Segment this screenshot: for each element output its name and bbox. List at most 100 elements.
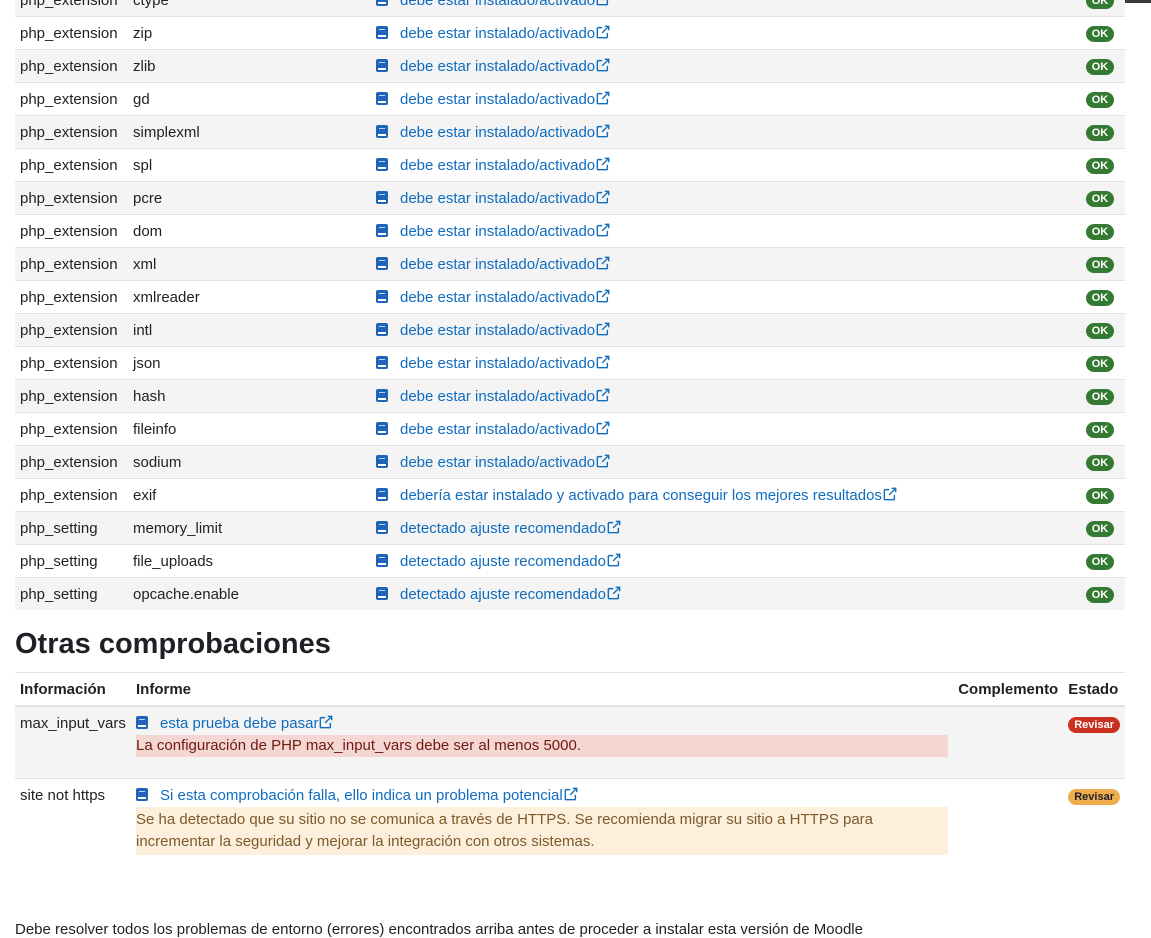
book-icon — [376, 487, 388, 501]
status-cell: OK — [1075, 280, 1125, 314]
report-cell: debe estar instalado/activado — [370, 82, 1075, 116]
external-link-icon — [564, 787, 578, 801]
type-cell: php_extension — [15, 412, 128, 446]
report-link[interactable]: debería estar instalado y activado para … — [400, 487, 897, 504]
name-cell: fileinfo — [128, 412, 370, 446]
report-cell: debe estar instalado/activado — [370, 148, 1075, 182]
report-cell: debe estar instalado/activado — [370, 445, 1075, 479]
report-cell: esta prueba debe pasar La configuración … — [131, 705, 954, 779]
table-row: php_extension exif debería estar instalado… — [15, 478, 1125, 512]
name-cell: intl — [128, 313, 370, 347]
report-link[interactable]: debe estar instalado/activado — [400, 91, 610, 108]
type-cell: php_extension — [15, 346, 128, 380]
warning-message: Se ha detectado que su sitio no se comun… — [136, 807, 949, 855]
type-cell: php_extension — [15, 0, 128, 17]
status-cell: OK — [1075, 379, 1125, 413]
table-row: php_extension intl debe estar instalado/ac… — [15, 313, 1125, 347]
status-cell: OK — [1075, 577, 1125, 610]
status-badge: OK — [1085, 59, 1115, 75]
name-cell: json — [128, 346, 370, 380]
external-link-icon — [596, 157, 610, 170]
report-link[interactable]: debe estar instalado/activado — [400, 454, 610, 471]
report-link[interactable]: Si esta comprobación falla, ello indica … — [160, 787, 578, 804]
external-link-icon — [596, 25, 610, 38]
report-link[interactable]: detectado ajuste recomendado — [400, 520, 621, 537]
book-icon — [376, 586, 388, 600]
plugin-cell — [953, 705, 1064, 779]
report-link[interactable]: debe estar instalado/activado — [400, 157, 610, 174]
type-cell: php_extension — [15, 313, 128, 347]
status-badge: OK — [1085, 290, 1115, 306]
status-cell: OK — [1075, 82, 1125, 116]
report-link[interactable]: debe estar instalado/activado — [400, 388, 610, 405]
report-link[interactable]: debe estar instalado/activado — [400, 256, 610, 273]
report-link[interactable]: debe estar instalado/activado — [400, 289, 610, 306]
status-badge: OK — [1085, 521, 1115, 537]
name-cell: ctype — [128, 0, 370, 17]
report-cell: debería estar instalado y activado para … — [370, 478, 1075, 512]
header-plugin: Complemento — [953, 672, 1064, 707]
name-cell: pcre — [128, 181, 370, 215]
header-report: Informe — [131, 672, 954, 707]
book-icon — [376, 454, 388, 468]
report-cell: detectado ajuste recomendado — [370, 544, 1075, 578]
table-row: php_extension xml debe estar instalado/act… — [15, 247, 1125, 281]
name-cell: spl — [128, 148, 370, 182]
external-link-icon — [596, 388, 610, 401]
status-badge: OK — [1085, 389, 1115, 405]
status-cell: OK — [1075, 148, 1125, 182]
book-icon — [376, 322, 388, 336]
report-link[interactable]: detectado ajuste recomendado — [400, 586, 621, 603]
external-link-icon — [596, 124, 610, 137]
external-link-icon — [596, 421, 610, 434]
book-icon — [136, 788, 148, 801]
table-row: php_extension xmlreader debe estar instala… — [15, 280, 1125, 314]
environment-table: php_extension ctype debe estar instalado/a… — [15, 0, 1125, 610]
report-link[interactable]: debe estar instalado/activado — [400, 0, 610, 9]
type-cell: php_setting — [15, 511, 128, 545]
external-link-icon — [607, 520, 621, 533]
name-cell: xmlreader — [128, 280, 370, 314]
type-cell: php_extension — [15, 148, 128, 182]
status-badge: OK — [1085, 455, 1115, 471]
status-badge: OK — [1085, 26, 1115, 42]
book-icon — [376, 157, 388, 171]
report-link[interactable]: debe estar instalado/activado — [400, 58, 610, 75]
report-link[interactable]: debe estar instalado/activado — [400, 190, 610, 207]
report-cell: debe estar instalado/activado — [370, 346, 1075, 380]
report-link[interactable]: debe estar instalado/activado — [400, 124, 610, 141]
name-cell: sodium — [128, 445, 370, 479]
type-cell: php_extension — [15, 49, 128, 83]
table-row: php_extension json debe estar instalado/ac… — [15, 346, 1125, 380]
book-icon — [376, 124, 388, 138]
external-link-icon — [607, 586, 621, 599]
table-row: php_extension ctype debe estar instalado/a… — [15, 0, 1125, 17]
report-link[interactable]: detectado ajuste recomendado — [400, 553, 621, 570]
report-cell: detectado ajuste recomendado — [370, 577, 1075, 610]
other-checks-table: Información Informe Complemento Estado m… — [15, 672, 1125, 863]
report-link[interactable]: debe estar instalado/activado — [400, 25, 610, 42]
status-cell: OK — [1075, 478, 1125, 512]
report-link[interactable]: esta prueba debe pasar — [160, 715, 333, 732]
table-row: php_extension spl debe estar instalado/act… — [15, 148, 1125, 182]
status-badge: OK — [1085, 323, 1115, 339]
status-badge: OK — [1085, 224, 1115, 240]
type-cell: php_extension — [15, 214, 128, 248]
report-cell: debe estar instalado/activado — [370, 49, 1075, 83]
report-link[interactable]: debe estar instalado/activado — [400, 322, 610, 339]
status-badge: OK — [1085, 488, 1115, 504]
report-link[interactable]: debe estar instalado/activado — [400, 355, 610, 372]
table-header-row: Información Informe Complemento Estado — [15, 672, 1125, 707]
table-row: max_input_vars esta prueba debe pasar La… — [15, 705, 1125, 779]
status-cell: OK — [1075, 214, 1125, 248]
book-icon — [376, 520, 388, 534]
report-link[interactable]: debe estar instalado/activado — [400, 421, 610, 438]
report-cell: debe estar instalado/activado — [370, 412, 1075, 446]
book-icon — [376, 421, 388, 435]
book-icon — [376, 91, 388, 105]
book-icon — [136, 716, 148, 729]
status-cell: OK — [1075, 511, 1125, 545]
book-icon — [376, 388, 388, 402]
report-link[interactable]: debe estar instalado/activado — [400, 223, 610, 240]
name-cell: xml — [128, 247, 370, 281]
